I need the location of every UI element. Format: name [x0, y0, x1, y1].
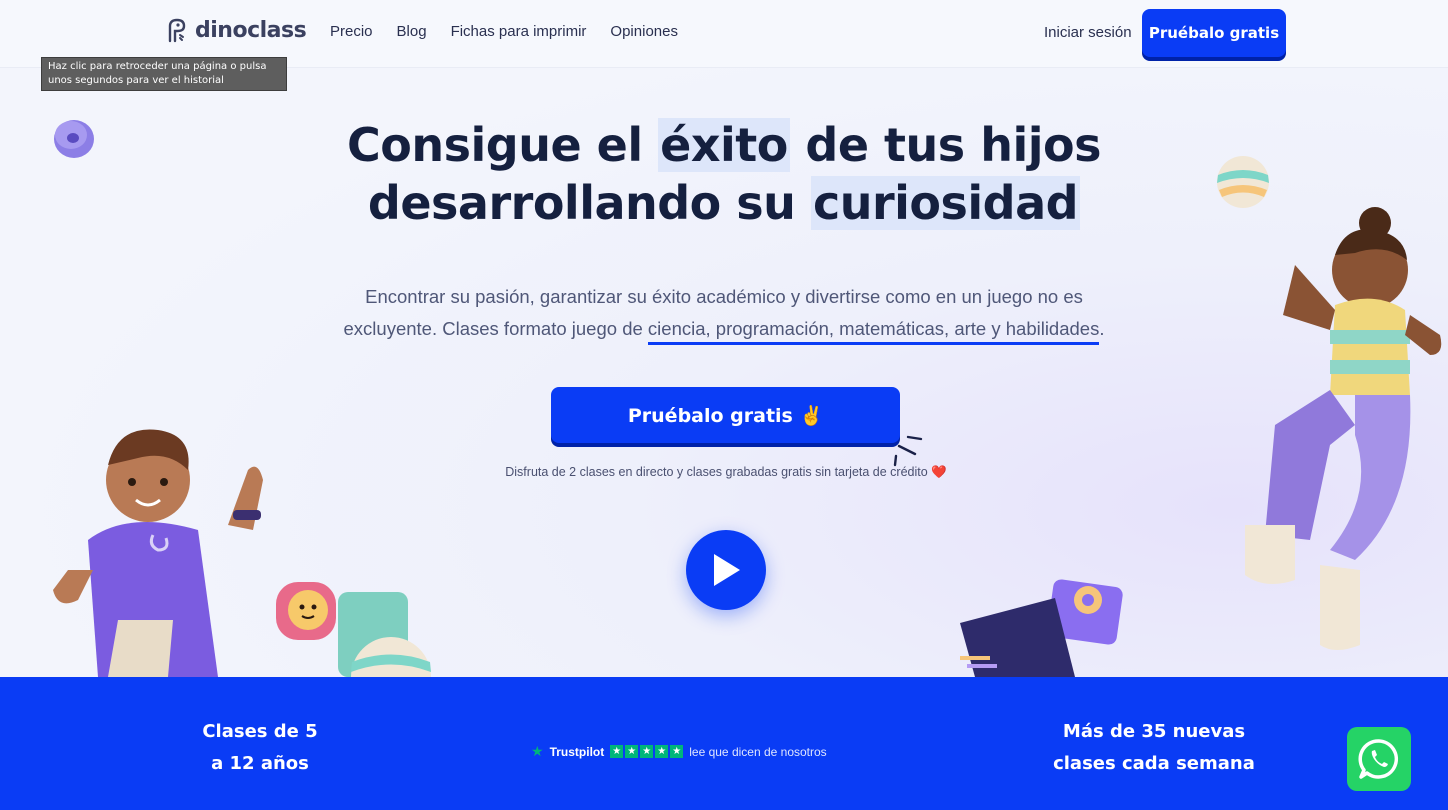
nav-link-precio[interactable]: Precio	[330, 23, 373, 40]
trustpilot-rating-stars: ★ ★ ★ ★ ★	[610, 745, 684, 758]
trustpilot-star-icon: ★	[531, 743, 544, 759]
note-text: Disfruta de 2 clases en directo y clases…	[505, 465, 928, 479]
free-trial-note: Disfruta de 2 clases en directo y clases…	[0, 465, 1448, 480]
emoji-chat-decoration	[276, 582, 431, 677]
play-icon	[714, 554, 740, 586]
trustpilot-text: lee que dicen de nosotros	[689, 744, 827, 759]
headline-highlight-exito: éxito	[658, 118, 790, 172]
subtitle-end: .	[1099, 318, 1105, 339]
nav-link-fichas[interactable]: Fichas para imprimir	[451, 23, 587, 40]
star-icon: ★	[655, 745, 669, 758]
stat-new-classes-line1: Más de 35 nuevas	[1062, 721, 1246, 742]
star-icon: ★	[610, 745, 624, 758]
headline-text: Consigue el	[347, 118, 659, 172]
boy-character-illustration	[53, 429, 263, 677]
girl-character-illustration	[1245, 207, 1442, 650]
hero-try-free-button[interactable]: Pruébalo gratis ✌️	[551, 387, 900, 443]
login-link[interactable]: Iniciar sesión	[1044, 24, 1132, 41]
subtitle-underlined-subjects: ciencia, programación, matemáticas, arte…	[647, 318, 1100, 345]
trustpilot-link[interactable]: ★ Trustpilot ★ ★ ★ ★ ★ lee que dicen de …	[531, 743, 827, 760]
headline-text: desarrollando su	[367, 176, 811, 230]
stat-ages: Clases de 5 a 12 años	[160, 716, 360, 780]
stat-ages-line1: Clases de 5	[202, 721, 318, 742]
heart-icon: ❤️	[931, 465, 947, 479]
dino-logo-icon	[168, 18, 186, 43]
hero-headline: Consigue el éxito de tus hijos desarroll…	[0, 116, 1448, 232]
nav-try-free-button[interactable]: Pruébalo gratis	[1142, 9, 1286, 57]
whatsapp-chat-button[interactable]	[1347, 727, 1411, 791]
star-icon: ★	[625, 745, 639, 758]
headline-text: de tus hijos	[789, 118, 1101, 172]
laptop-decoration	[960, 579, 1123, 677]
play-video-button[interactable]	[686, 530, 766, 610]
star-icon: ★	[670, 745, 684, 758]
hero-subtitle: Encontrar su pasión, garantizar su éxito…	[320, 281, 1128, 345]
nav-links: Precio Blog Fichas para imprimir Opinion…	[330, 23, 702, 40]
stat-new-classes: Más de 35 nuevas clases cada semana	[1040, 716, 1268, 780]
star-icon: ★	[640, 745, 654, 758]
logo-link[interactable]: dinoclass	[165, 16, 307, 44]
trustpilot-brand: Trustpilot	[549, 744, 605, 759]
stat-new-classes-line2: clases cada semana	[1053, 753, 1255, 774]
whatsapp-icon	[1358, 739, 1399, 779]
sparkle-lines-decoration	[893, 435, 923, 467]
nav-link-opiniones[interactable]: Opiniones	[610, 23, 678, 40]
headline-highlight-curiosidad: curiosidad	[810, 176, 1081, 230]
nav-link-blog[interactable]: Blog	[397, 23, 427, 40]
logo-text: dinoclass	[195, 17, 307, 43]
back-button-tooltip: Haz clic para retroceder una página o pu…	[41, 57, 287, 91]
stat-ages-line2: a 12 años	[211, 753, 309, 774]
